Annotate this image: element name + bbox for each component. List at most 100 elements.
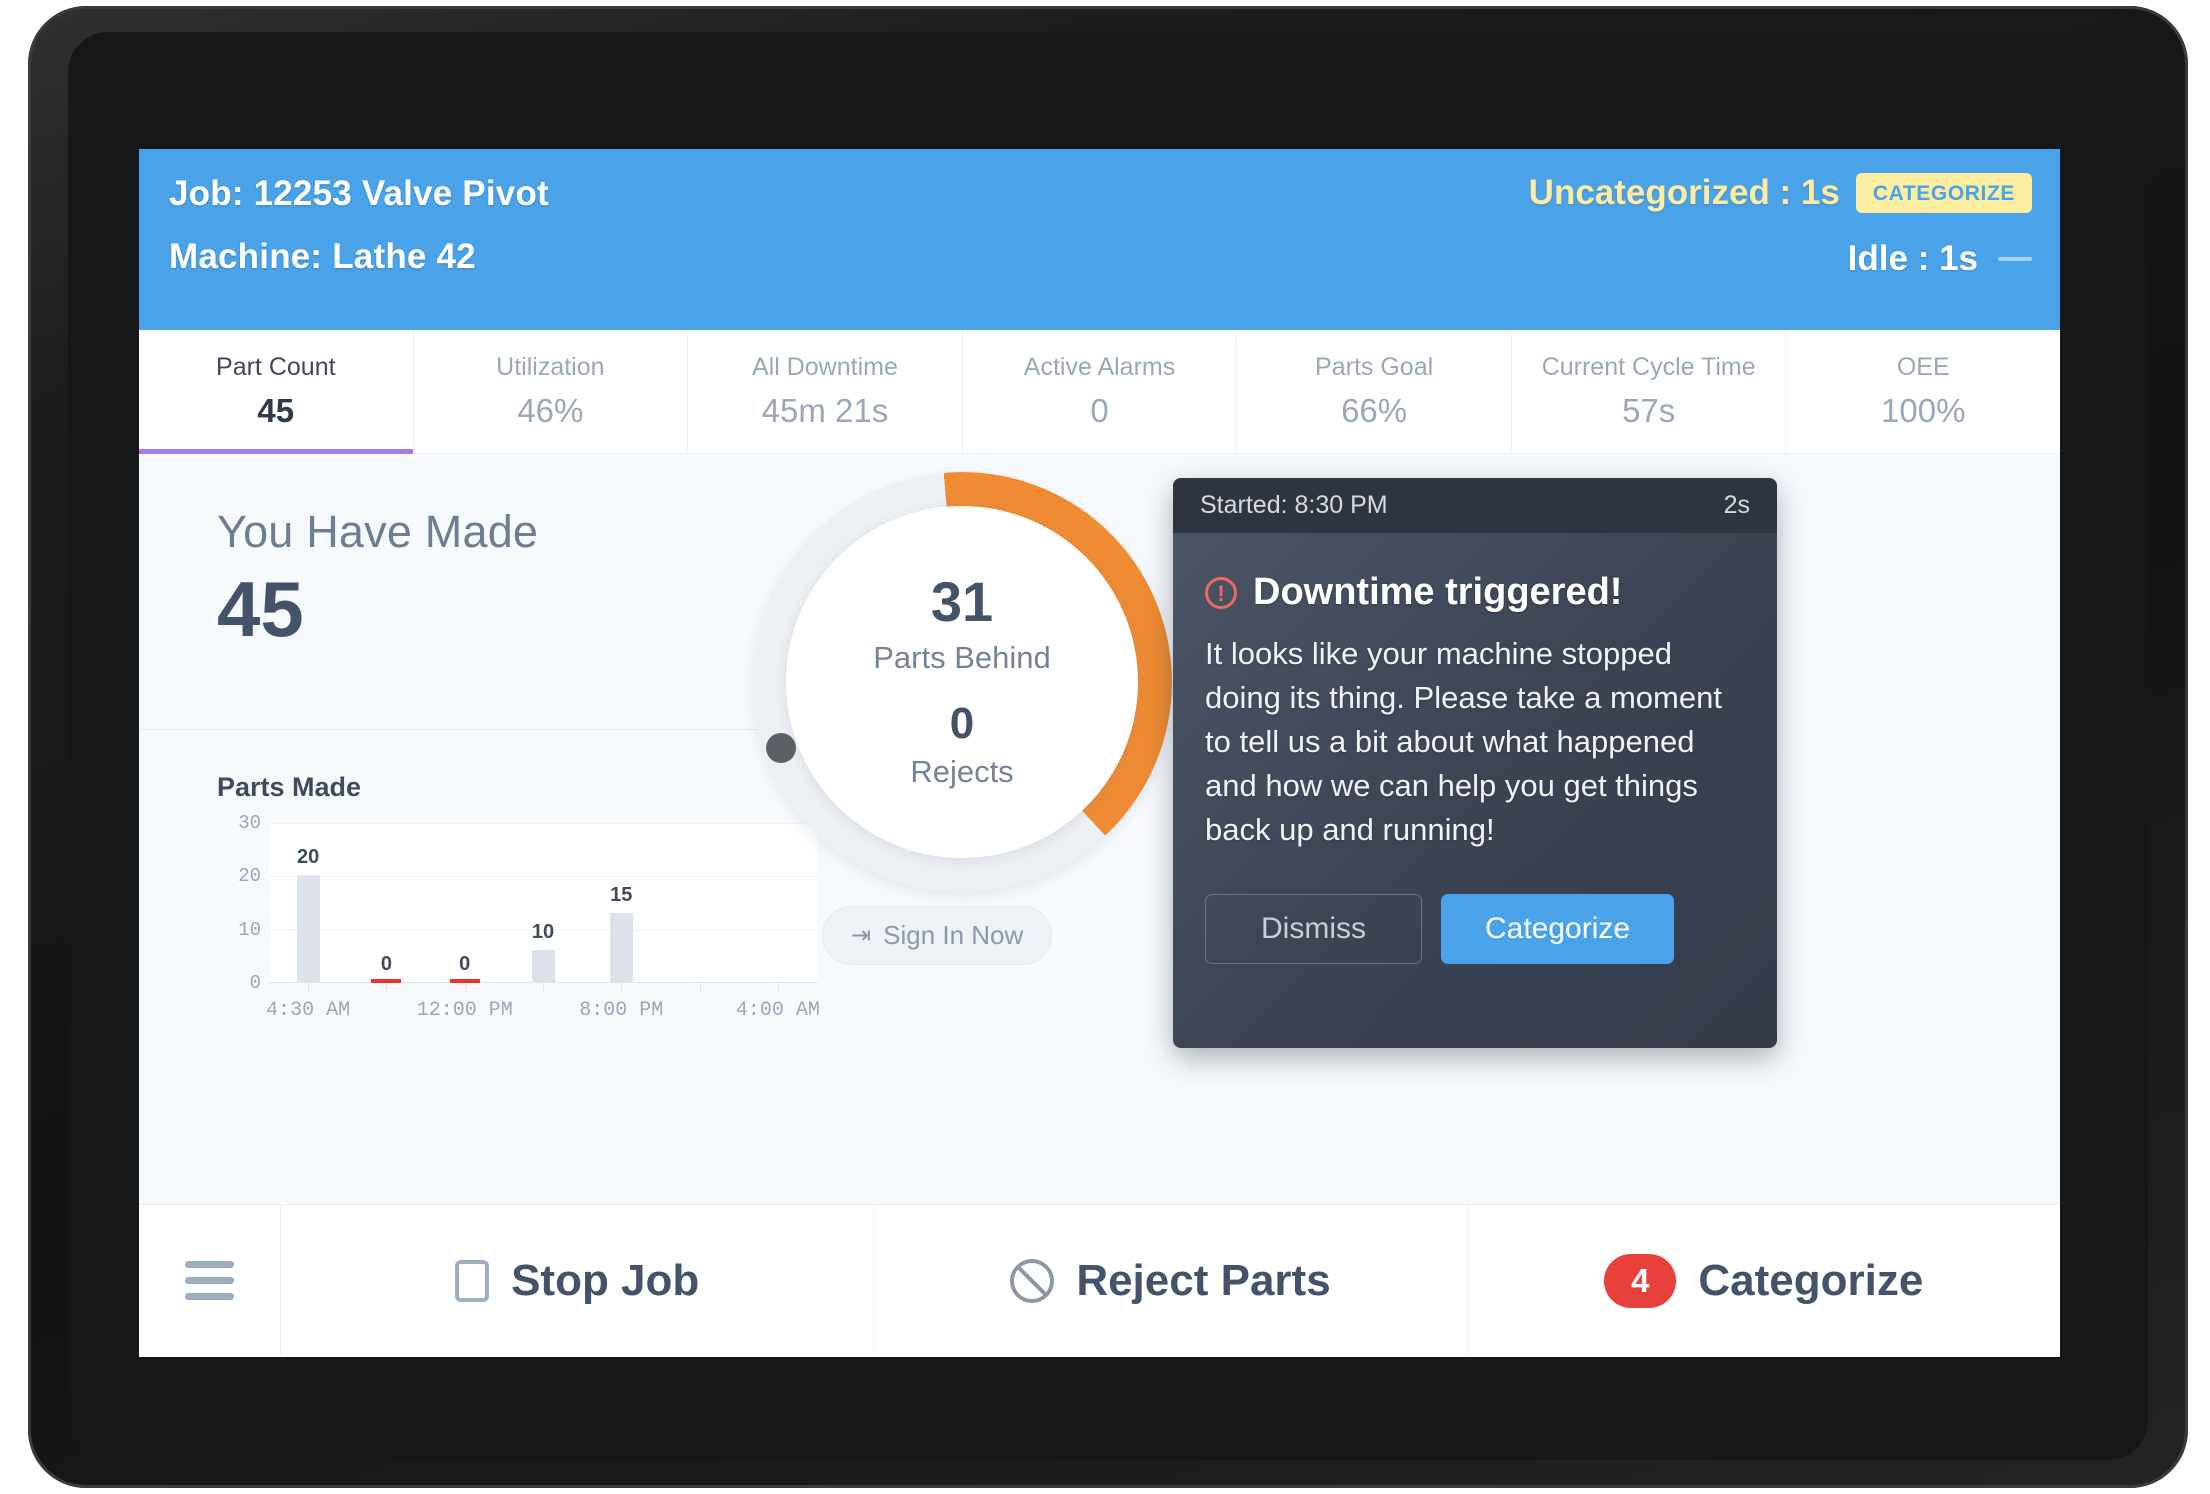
- you-have-made-value: 45: [217, 565, 304, 653]
- chart-bar-label: 20: [297, 846, 320, 869]
- you-have-made-title: You Have Made: [217, 506, 539, 557]
- chart-bar-label: 10: [531, 921, 555, 943]
- reject-parts-button[interactable]: Reject Parts: [874, 1205, 1468, 1356]
- chart-plot: 20 0 0 10 15: [269, 823, 817, 992]
- modal-title-row: ! Downtime triggered!: [1205, 571, 1745, 614]
- chart-y-tick: 0: [249, 972, 261, 994]
- alert-icon: !: [1205, 576, 1237, 609]
- stop-job-button[interactable]: Stop Job: [281, 1205, 875, 1356]
- chart-zero-marker: [371, 979, 402, 983]
- modal-elapsed-label: 2s: [1723, 491, 1750, 519]
- chart-y-axis: 0 10 20 30: [217, 812, 261, 994]
- sign-in-now-button[interactable]: ⇥ Sign In Now: [822, 906, 1053, 965]
- modal-message: It looks like your machine stopped doing…: [1205, 636, 1722, 848]
- idle-label: Idle : 1s: [1847, 239, 1978, 278]
- categorize-count-badge: 4: [1604, 1253, 1677, 1308]
- job-label: Job: 12253 Valve Pivot: [169, 174, 549, 213]
- metric-tab-utilization[interactable]: Utilization 46%: [414, 330, 689, 453]
- header-status-info: Uncategorized : 1s CATEGORIZE Idle : 1s: [1529, 173, 2032, 279]
- metric-value: 45: [257, 392, 295, 429]
- chart-gridline: [269, 876, 817, 878]
- stop-icon: [455, 1259, 490, 1302]
- chart-gridline: [269, 823, 817, 824]
- metric-tab-active-alarms[interactable]: Active Alarms 0: [963, 330, 1238, 453]
- header-categorize-button[interactable]: CATEGORIZE: [1855, 173, 2032, 213]
- modal-started-label: Started: 8:30 PM: [1200, 491, 1388, 519]
- modal-header: Started: 8:30 PM 2s: [1173, 478, 1777, 533]
- metric-label: Utilization: [496, 353, 605, 381]
- chart-x-tick-line: [699, 983, 701, 992]
- chart-zero-marker: [449, 979, 480, 983]
- uncategorized-label: Uncategorized : 1s: [1528, 173, 1840, 212]
- chart-bar-label: 15: [610, 883, 633, 906]
- metric-tab-bar[interactable]: Part Count 45 Utilization 46% All Downtime 45…: [139, 330, 2060, 454]
- parts-made-summary: You Have Made 45: [217, 506, 538, 648]
- metric-value: 100%: [1881, 392, 1966, 429]
- modal-actions: Dismiss Categorize: [1205, 894, 1745, 965]
- hamburger-icon-line: [185, 1293, 234, 1300]
- app-header: Job: 12253 Valve Pivot Machine: Lathe 42…: [139, 149, 2060, 330]
- metric-label: Active Alarms: [1023, 353, 1176, 381]
- modal-categorize-button[interactable]: Categorize: [1441, 894, 1675, 965]
- chart-x-axis: 4:30 AM 12:00 PM 8:00 PM 4:00 AM: [266, 999, 820, 1029]
- main-content: You Have Made 45 Parts Made ? 0 10 20 30 20…: [139, 454, 2060, 1204]
- chart-x-tick-line: [621, 983, 623, 992]
- metric-value: 66%: [1341, 392, 1408, 429]
- chart-x-label: 12:00 PM: [416, 999, 513, 1022]
- metric-tab-all-downtime[interactable]: All Downtime 45m 21s: [688, 330, 963, 453]
- uncategorized-row: Uncategorized : 1s CATEGORIZE: [1529, 173, 2032, 213]
- chart-bar: [296, 875, 320, 982]
- chart-bar-label: 0: [459, 953, 471, 975]
- metric-tab-parts-goal[interactable]: Parts Goal 66%: [1237, 330, 1512, 453]
- metric-label: All Downtime: [752, 353, 898, 381]
- bottom-action-bar: Stop Job Reject Parts 4 Categorize: [139, 1204, 2060, 1356]
- chart-y-tick: 30: [238, 812, 261, 834]
- rejects-value: 0: [949, 699, 975, 748]
- app-window: Job: 12253 Valve Pivot Machine: Lathe 42…: [139, 149, 2060, 1357]
- downtime-modal: Started: 8:30 PM 2s ! Downtime triggered…: [1173, 478, 1777, 1048]
- hamburger-icon-line: [185, 1277, 234, 1284]
- hamburger-icon-line: [185, 1261, 234, 1268]
- idle-row: Idle : 1s: [1529, 239, 2032, 279]
- rejects-label: Rejects: [910, 754, 1014, 789]
- sign-in-label: Sign In Now: [883, 920, 1024, 950]
- chart-x-label: 8:00 PM: [579, 999, 664, 1022]
- chart-bar: [609, 912, 633, 982]
- reject-icon: [1010, 1258, 1055, 1303]
- chart-plot-area: 0 10 20 30 20 0 0 10 15 4:30 AM 12:00 PM 8:00 PM 4…: [217, 812, 820, 1022]
- sign-in-arrow-icon: ⇥: [851, 922, 872, 949]
- metric-label: Current Cycle Time: [1541, 353, 1756, 381]
- donut-marker-icon: [765, 733, 796, 763]
- modal-body: ! Downtime triggered! It looks like your…: [1173, 533, 1777, 965]
- chart-bar: [531, 950, 555, 982]
- chart-header: Parts Made ?: [217, 772, 817, 803]
- metric-label: Parts Goal: [1315, 353, 1434, 381]
- chart-x-tick-line: [543, 983, 544, 992]
- chart-x-label: 4:30 AM: [266, 999, 351, 1022]
- idle-dash-icon: [1998, 257, 2032, 261]
- stop-job-label: Stop Job: [511, 1255, 700, 1305]
- chart-y-tick: 10: [238, 918, 261, 941]
- metric-value: 45m 21s: [761, 392, 889, 429]
- dismiss-button[interactable]: Dismiss: [1205, 894, 1422, 965]
- metric-tab-oee[interactable]: OEE 100%: [1786, 330, 2060, 453]
- metric-value: 46%: [517, 392, 584, 429]
- machine-label: Machine: Lathe 42: [169, 237, 476, 276]
- metric-tab-part-count[interactable]: Part Count 45: [139, 330, 414, 454]
- categorize-button[interactable]: 4 Categorize: [1468, 1205, 2060, 1356]
- reject-parts-label: Reject Parts: [1076, 1255, 1331, 1305]
- metric-label: Part Count: [216, 353, 336, 381]
- metric-value: 0: [1090, 392, 1109, 429]
- menu-button[interactable]: [139, 1205, 281, 1356]
- chart-x-tick-line: [386, 983, 388, 992]
- chart-bar-label: 0: [380, 953, 392, 975]
- chart-x-tick-line: [308, 983, 310, 992]
- categorize-label: Categorize: [1698, 1255, 1924, 1305]
- metric-label: OEE: [1896, 353, 1950, 381]
- metric-tab-current-cycle-time[interactable]: Current Cycle Time 57s: [1512, 330, 1787, 453]
- parts-behind-value: 31: [930, 570, 994, 633]
- chart-x-label: 4:00 AM: [735, 999, 820, 1022]
- parts-behind-label: Parts Behind: [873, 640, 1051, 675]
- parts-behind-donut: 31 Parts Behind 0 Rejects: [752, 472, 1172, 892]
- chart-title: Parts Made: [217, 772, 362, 802]
